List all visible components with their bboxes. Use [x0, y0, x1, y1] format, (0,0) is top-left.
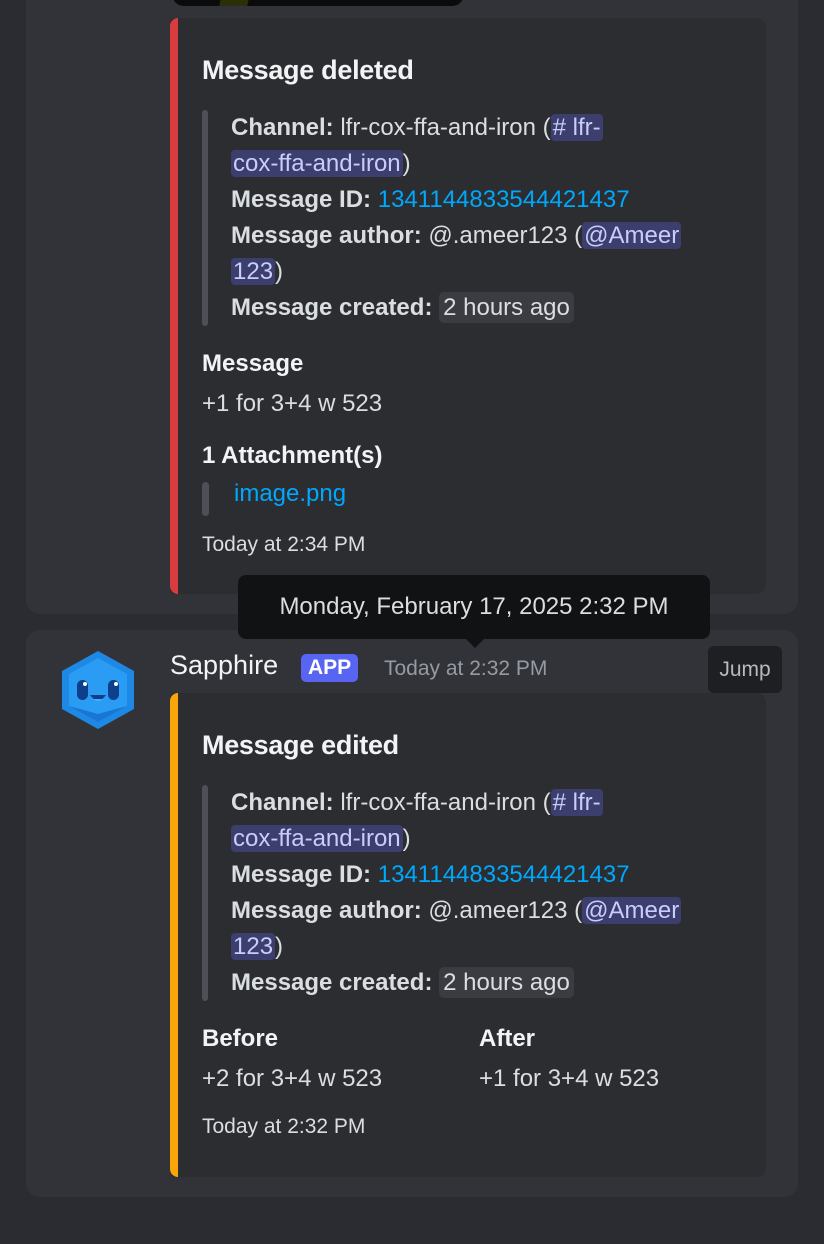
- author-name: @.ameer123 (: [428, 897, 583, 924]
- user-mention-cont[interactable]: 123: [231, 258, 276, 285]
- jump-button[interactable]: Jump: [708, 646, 782, 693]
- paren: ): [402, 150, 411, 177]
- channel-mention-cont[interactable]: cox-ffa-and-iron: [231, 150, 403, 177]
- embed-message-edited: Message edited Channel: lfr-cox-ffa-and-…: [170, 693, 766, 1177]
- created-timestamp[interactable]: 2 hours ago: [439, 292, 574, 323]
- embed-title: Message deleted: [202, 55, 414, 85]
- message-id-label: Message ID:: [231, 186, 372, 213]
- user-mention[interactable]: @Ameer: [582, 222, 682, 249]
- author-line: Message author: @.ameer123 (@Ameer 123): [231, 218, 722, 290]
- author-name[interactable]: Sapphire: [170, 650, 278, 681]
- channel-label: Channel:: [231, 789, 334, 816]
- user-mention[interactable]: @Ameer: [582, 897, 682, 924]
- field-attachments-name: 1 Attachment(s): [202, 442, 383, 469]
- message-timestamp[interactable]: Today at 2:32 PM: [384, 657, 547, 681]
- author-line: Message author: @.ameer123 (@Ameer 123): [231, 893, 722, 965]
- message-id-link[interactable]: 1341144833544421437: [378, 861, 630, 888]
- author-label: Message author:: [231, 222, 422, 249]
- field-before-name: Before: [202, 1025, 279, 1052]
- created-line: Message created: 2 hours ago: [231, 290, 722, 326]
- channel-mention[interactable]: # lfr-: [550, 114, 603, 141]
- paren: ): [402, 825, 411, 852]
- field-message-name: Message: [202, 350, 304, 377]
- previous-attachment-image[interactable]: [172, 0, 464, 6]
- channel-line: Channel: lfr-cox-ffa-and-iron (# lfr- co…: [231, 785, 722, 857]
- channel-name: lfr-cox-ffa-and-iron (: [340, 114, 551, 141]
- app-badge: APP: [301, 654, 359, 682]
- channel-line: Channel: lfr-cox-ffa-and-iron (# lfr- co…: [231, 110, 722, 182]
- message-id-link[interactable]: 1341144833544421437: [378, 186, 630, 213]
- created-timestamp[interactable]: 2 hours ago: [439, 967, 574, 998]
- message-id-label: Message ID:: [231, 861, 372, 888]
- channel-name: lfr-cox-ffa-and-iron (: [340, 789, 551, 816]
- embed-message-deleted: Message deleted Channel: lfr-cox-ffa-and…: [170, 18, 766, 594]
- embed-title: Message edited: [202, 730, 399, 760]
- user-mention-cont[interactable]: 123: [231, 933, 276, 960]
- field-after-value: +1 for 3+4 w 523: [479, 1065, 660, 1092]
- channel-label: Channel:: [231, 114, 334, 141]
- field-before-value: +2 for 3+4 w 523: [202, 1065, 383, 1092]
- paren: ): [275, 933, 284, 960]
- embed-details-quote: Channel: lfr-cox-ffa-and-iron (# lfr- co…: [202, 110, 722, 326]
- author-label: Message author:: [231, 897, 422, 924]
- attachment-link[interactable]: image.png: [234, 480, 346, 508]
- created-label: Message created:: [231, 294, 433, 321]
- created-label: Message created:: [231, 969, 433, 996]
- channel-mention-cont[interactable]: cox-ffa-and-iron: [231, 825, 403, 852]
- quote-bar: [202, 482, 209, 516]
- field-message-value: +1 for 3+4 w 523: [202, 390, 383, 417]
- sapphire-gem-face-icon[interactable]: [60, 650, 136, 730]
- embed-details-quote: Channel: lfr-cox-ffa-and-iron (# lfr- co…: [202, 785, 722, 1001]
- author-name: @.ameer123 (: [428, 222, 583, 249]
- created-line: Message created: 2 hours ago: [231, 965, 722, 1001]
- embed-footer-timestamp: Today at 2:34 PM: [202, 533, 366, 556]
- embed-footer-timestamp: Today at 2:32 PM: [202, 1115, 366, 1138]
- field-after-name: After: [479, 1025, 536, 1052]
- paren: ): [275, 258, 284, 285]
- message-id-line: Message ID: 1341144833544421437: [231, 857, 722, 893]
- channel-mention[interactable]: # lfr-: [550, 789, 603, 816]
- timestamp-tooltip: Monday, February 17, 2025 2:32 PM: [238, 575, 710, 648]
- message-id-line: Message ID: 1341144833544421437: [231, 182, 722, 218]
